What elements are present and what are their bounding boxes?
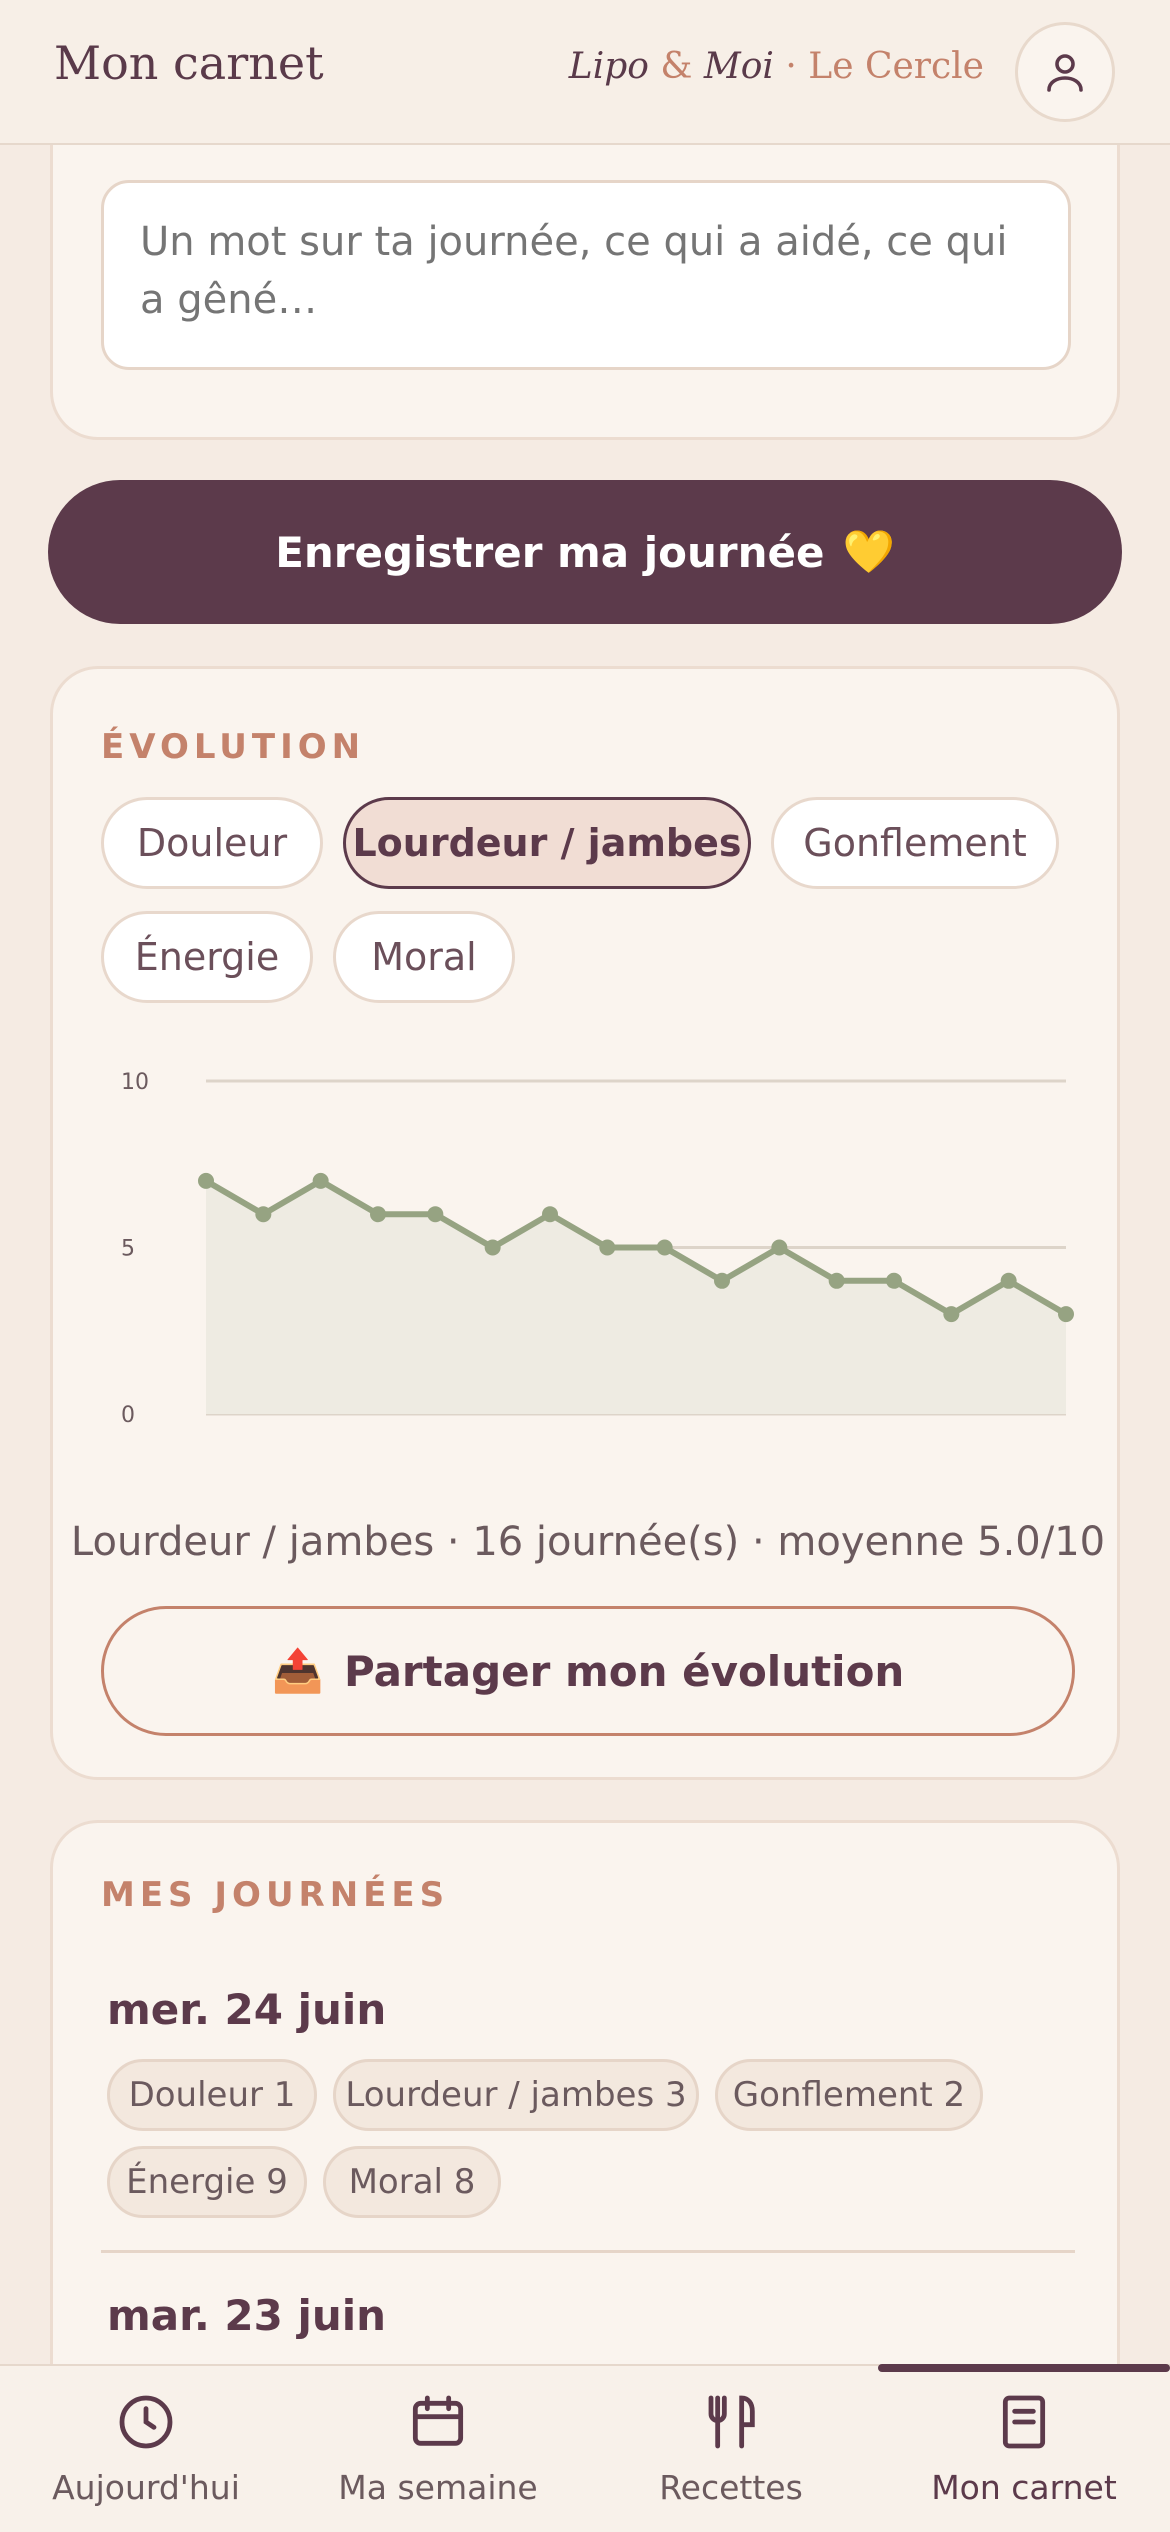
evolution-section-label: ÉVOLUTION [101, 727, 366, 767]
nav-item-today[interactable]: Aujourd'hui [0, 2366, 292, 2532]
save-day-button[interactable]: Enregistrer ma journée 💛 [48, 480, 1122, 624]
brand-amp: & [660, 46, 693, 87]
chip-moral[interactable]: Moral [333, 911, 515, 1003]
brand-part1: Lipo [568, 46, 649, 87]
share-label: Partager mon évolution [343, 1646, 905, 1696]
chip-douleur[interactable]: Douleur [101, 797, 323, 889]
day-date: mer. 24 juin [107, 1985, 387, 2034]
chart-y-tick: 5 [121, 1237, 135, 1262]
chart-y-tick: 10 [121, 1070, 149, 1095]
chip-lourdeur[interactable]: Lourdeur / jambes [343, 797, 751, 889]
note-textarea[interactable] [101, 180, 1071, 370]
nav-item-notebook[interactable]: Mon carnet [878, 2366, 1170, 2532]
evolution-card: ÉVOLUTION Douleur Lourdeur / jambes Gonf… [50, 666, 1120, 1780]
nav-label: Ma semaine [338, 2468, 538, 2507]
tag-label: Moral 8 [348, 2162, 476, 2202]
chart-point [484, 1239, 501, 1256]
app-header: Mon carnet Lipo & Moi · Le Cercle [0, 0, 1170, 145]
bottom-nav: Aujourd'hui Ma semaine Recettes Mon carn… [0, 2364, 1170, 2532]
tag-label: Gonflement 2 [732, 2075, 966, 2115]
profile-button[interactable] [1015, 22, 1115, 122]
brand-dot: · [785, 46, 797, 87]
chart-point [1000, 1272, 1017, 1289]
chart-summary: Lourdeur / jambes · 16 journée(s) · moye… [70, 1519, 1106, 1565]
chart-point [255, 1206, 272, 1223]
day-tag: Gonflement 2 [715, 2059, 983, 2131]
chip-gonflement[interactable]: Gonflement [771, 797, 1059, 889]
day-tag: Moral 8 [323, 2146, 501, 2218]
chart-point [943, 1306, 960, 1323]
calendar-icon [412, 2395, 464, 2446]
chart-point [656, 1239, 673, 1256]
brand-circle: Le Cercle [808, 46, 984, 87]
brand-logo: Lipo & Moi · Le Cercle [569, 46, 984, 87]
nav-label: Recettes [659, 2468, 803, 2507]
chart-y-tick: 0 [121, 1403, 135, 1428]
user-icon [1047, 54, 1083, 92]
chart-point [828, 1272, 845, 1289]
chart-point [1058, 1306, 1074, 1323]
tag-label: Douleur 1 [128, 2075, 296, 2115]
chip-label: Moral [371, 935, 477, 979]
day-tag: Douleur 1 [107, 2059, 317, 2131]
chart-point [312, 1172, 329, 1189]
page-title: Mon carnet [54, 36, 324, 90]
day-date: mar. 23 juin [107, 2291, 387, 2340]
day-tag: Énergie 9 [107, 2146, 307, 2218]
chip-label: Lourdeur / jambes [352, 821, 742, 865]
share-evolution-button[interactable]: 📤 Partager mon évolution [101, 1606, 1075, 1736]
evolution-chart: 0 5 10 [101, 1049, 1081, 1449]
clock-icon [119, 2395, 173, 2449]
chip-label: Douleur [136, 821, 288, 865]
utensils-icon [708, 2395, 755, 2449]
chart-point [599, 1239, 616, 1256]
chip-label: Gonflement [803, 821, 1027, 865]
day-divider [101, 2250, 1075, 2253]
save-day-label: Enregistrer ma journée [275, 527, 825, 577]
nav-label: Aujourd'hui [52, 2468, 240, 2507]
share-icon: 📤 [271, 1646, 324, 1695]
chart-point [427, 1206, 444, 1223]
chart-area [206, 1180, 1066, 1414]
chart-point [198, 1172, 214, 1189]
day-tag: Lourdeur / jambes 3 [333, 2059, 699, 2131]
chart-point [542, 1206, 558, 1223]
chart-point [370, 1206, 386, 1223]
journal-section-label: MES JOURNÉES [101, 1875, 450, 1915]
tag-label: Lourdeur / jambes 3 [345, 2075, 687, 2115]
chart-point [771, 1239, 788, 1256]
nav-item-recipes[interactable]: Recettes [585, 2366, 877, 2532]
chart-point [714, 1272, 730, 1289]
brand-part2: Moi [703, 46, 774, 87]
chip-energie[interactable]: Énergie [101, 911, 313, 1003]
chip-label: Énergie [134, 935, 280, 979]
notebook-icon [1002, 2395, 1046, 2449]
nav-label: Mon carnet [931, 2468, 1117, 2507]
chart-point [886, 1272, 902, 1289]
tag-label: Énergie 9 [126, 2162, 288, 2202]
heart-icon: 💛 [842, 527, 895, 576]
nav-item-week[interactable]: Ma semaine [292, 2366, 584, 2532]
chart-svg: 0 5 10 [121, 1070, 1074, 1428]
